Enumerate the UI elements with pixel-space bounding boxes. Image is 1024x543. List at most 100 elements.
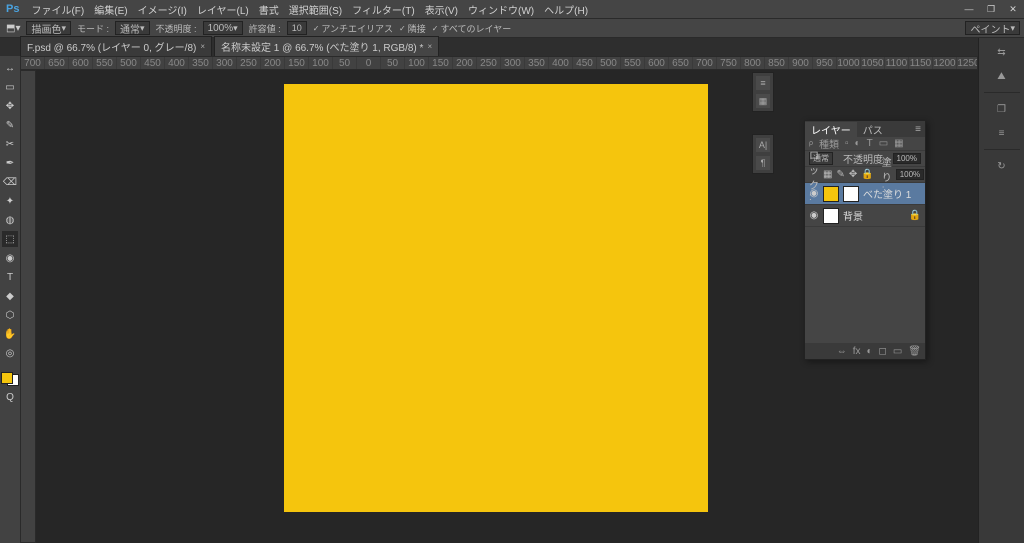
lock-all-icon[interactable]: 🔒 bbox=[861, 169, 873, 180]
lock-position-icon[interactable]: ✥ bbox=[849, 169, 857, 180]
lock-fill-row: ロック : ▦ ✎ ✥ 🔒 塗り : 100% bbox=[805, 167, 925, 183]
color-swatches[interactable] bbox=[1, 368, 19, 386]
navigator-panel-icon[interactable]: ❐ bbox=[992, 101, 1012, 117]
workspace-switcher[interactable]: ペイント ▾ bbox=[965, 21, 1020, 35]
filter-shape-icon[interactable]: ▭ bbox=[879, 138, 888, 149]
menu-image[interactable]: イメージ(I) bbox=[138, 2, 187, 17]
link-layers-icon[interactable]: ⇔ bbox=[837, 346, 847, 357]
layer-thumbnail[interactable] bbox=[823, 186, 839, 202]
layer-row[interactable]: ◉ べた塗り 1 bbox=[805, 183, 925, 205]
maximize-button[interactable]: ❐ bbox=[980, 0, 1002, 18]
layers-panel-footer: ⇔ fx ◐ ◻ ▭ 🗑 bbox=[805, 343, 925, 359]
filter-type-icon[interactable]: T bbox=[867, 138, 873, 149]
panel-tabs: レイヤー パス ≡ bbox=[805, 121, 925, 137]
divider bbox=[984, 92, 1020, 93]
actions-panel-icon[interactable]: ↻ bbox=[992, 158, 1012, 174]
character-panel-icon[interactable]: A| bbox=[756, 138, 770, 152]
ruler-vertical[interactable] bbox=[20, 70, 36, 543]
all-layers-checkbox[interactable]: すべてのレイヤー bbox=[432, 22, 511, 35]
lock-transparency-icon[interactable]: ▦ bbox=[823, 169, 832, 180]
window-controls: — ❐ ✕ bbox=[958, 0, 1024, 18]
visibility-icon[interactable]: ◉ bbox=[809, 188, 819, 199]
new-group-icon[interactable]: ◻ bbox=[879, 346, 887, 357]
stamp-tool[interactable]: ✦ bbox=[2, 193, 18, 209]
close-icon[interactable]: × bbox=[427, 42, 432, 51]
bucket-tool[interactable]: ⬚ bbox=[2, 231, 18, 247]
menu-layer[interactable]: レイヤー(L) bbox=[197, 2, 249, 17]
layer-mask-icon[interactable]: ◐ bbox=[866, 346, 872, 357]
filter-pixel-icon[interactable]: ▫ bbox=[845, 138, 849, 149]
zoom-tool[interactable]: ◎ bbox=[2, 345, 18, 361]
layer-filter-row: ρ 種類 ▫ ◐ T ▭ ▦ bbox=[805, 137, 925, 151]
layer-name[interactable]: べた塗り 1 bbox=[863, 186, 911, 201]
collapsed-panel-1[interactable]: ≡ ▦ bbox=[752, 72, 774, 112]
eraser-tool[interactable]: ◍ bbox=[2, 212, 18, 228]
close-icon[interactable]: × bbox=[200, 42, 205, 51]
hand-tool[interactable]: ✋ bbox=[2, 326, 18, 342]
panel-menu-icon[interactable]: ≡ bbox=[911, 124, 925, 135]
menu-window[interactable]: ウィンドウ(W) bbox=[468, 2, 534, 17]
history-panel-icon[interactable]: ⇆ bbox=[992, 44, 1012, 60]
tolerance-input[interactable]: 10 bbox=[287, 21, 307, 35]
shape-tool[interactable]: ⬡ bbox=[2, 307, 18, 323]
marquee-tool[interactable]: ▭ bbox=[2, 79, 18, 95]
right-dock: ⇆ ⛰ ❐ ≡ ↻ bbox=[978, 38, 1024, 543]
layer-mask-thumbnail[interactable] bbox=[843, 186, 859, 202]
menu-view[interactable]: 表示(V) bbox=[425, 2, 458, 17]
menu-select[interactable]: 選択範囲(S) bbox=[289, 2, 342, 17]
lock-icon: 🔒 bbox=[909, 210, 921, 221]
tab-layers[interactable]: レイヤー bbox=[805, 122, 857, 137]
close-button[interactable]: ✕ bbox=[1002, 0, 1024, 18]
minimize-button[interactable]: — bbox=[958, 0, 980, 18]
quickmask-toggle[interactable]: Q bbox=[2, 389, 18, 405]
adjustments-panel-icon[interactable]: ⛰ bbox=[992, 68, 1012, 84]
move-tool[interactable]: ↔ bbox=[2, 60, 18, 76]
lock-pixels-icon[interactable]: ✎ bbox=[836, 169, 844, 180]
type-tool[interactable]: T bbox=[2, 269, 18, 285]
ruler-horizontal[interactable]: 7006506005505004504003503002502001501005… bbox=[20, 56, 978, 70]
blend-opacity-row: 通常 不透明度 : 100% bbox=[805, 151, 925, 167]
filter-adjust-icon[interactable]: ◐ bbox=[855, 138, 861, 149]
blur-tool[interactable]: ◉ bbox=[2, 250, 18, 266]
menu-filter[interactable]: フィルター(T) bbox=[352, 2, 415, 17]
layer-fill-input[interactable]: 100% bbox=[896, 169, 924, 180]
antialias-checkbox[interactable]: アンチエイリアス bbox=[313, 22, 393, 35]
bucket-tool-icon[interactable]: ⬒▾ bbox=[6, 23, 20, 34]
visibility-icon[interactable]: ◉ bbox=[809, 210, 819, 221]
panel-icon[interactable]: ▦ bbox=[756, 94, 770, 108]
lasso-tool[interactable]: ✥ bbox=[2, 98, 18, 114]
opacity-label: 不透明度 : bbox=[156, 22, 197, 35]
menu-edit[interactable]: 編集(E) bbox=[94, 2, 127, 17]
filter-kind-dropdown[interactable]: 種類 bbox=[819, 136, 839, 151]
contiguous-checkbox[interactable]: 隣接 bbox=[399, 22, 426, 35]
panel-icon[interactable]: ≡ bbox=[756, 76, 770, 90]
menu-help[interactable]: ヘルプ(H) bbox=[544, 2, 588, 17]
layer-row[interactable]: ◉ 背景 🔒 bbox=[805, 205, 925, 227]
document-tab-1[interactable]: F.psd @ 66.7% (レイヤー 0, グレー/8)× bbox=[20, 36, 212, 56]
properties-panel-icon[interactable]: ≡ bbox=[992, 125, 1012, 141]
brush-tool[interactable]: ⌫ bbox=[2, 174, 18, 190]
layer-name[interactable]: 背景 bbox=[843, 208, 863, 223]
new-layer-icon[interactable]: ▭ bbox=[893, 346, 902, 357]
menu-type[interactable]: 書式 bbox=[259, 2, 279, 17]
opacity-input[interactable]: 100% ▾ bbox=[203, 21, 243, 35]
tools-panel: ↔ ▭ ✥ ✎ ✂ ✒ ⌫ ✦ ◍ ⬚ ◉ T ◆ ⬡ ✋ ◎ Q bbox=[0, 56, 20, 543]
document-tab-2[interactable]: 名称未設定 1 @ 66.7% (べた塗り 1, RGB/8) *× bbox=[214, 36, 439, 56]
filter-smart-icon[interactable]: ▦ bbox=[894, 138, 903, 149]
eyedropper-tool[interactable]: ✒ bbox=[2, 155, 18, 171]
layer-fx-icon[interactable]: fx bbox=[853, 346, 861, 357]
crop-tool[interactable]: ✂ bbox=[2, 136, 18, 152]
foreground-color-swatch[interactable] bbox=[1, 372, 13, 384]
delete-layer-icon[interactable]: 🗑 bbox=[908, 346, 921, 357]
layer-thumbnail[interactable] bbox=[823, 208, 839, 224]
document-canvas[interactable] bbox=[284, 84, 708, 512]
paragraph-panel-icon[interactable]: ¶ bbox=[756, 156, 770, 170]
mode-dropdown[interactable]: 通常 ▾ bbox=[115, 21, 150, 35]
wand-tool[interactable]: ✎ bbox=[2, 117, 18, 133]
tab-paths[interactable]: パス bbox=[857, 122, 889, 137]
menu-file[interactable]: ファイル(F) bbox=[31, 2, 84, 17]
pen-tool[interactable]: ◆ bbox=[2, 288, 18, 304]
fill-source-dropdown[interactable]: 描画色 ▾ bbox=[26, 21, 71, 35]
collapsed-panel-2[interactable]: A| ¶ bbox=[752, 134, 774, 174]
layer-opacity-input[interactable]: 100% bbox=[893, 153, 921, 164]
